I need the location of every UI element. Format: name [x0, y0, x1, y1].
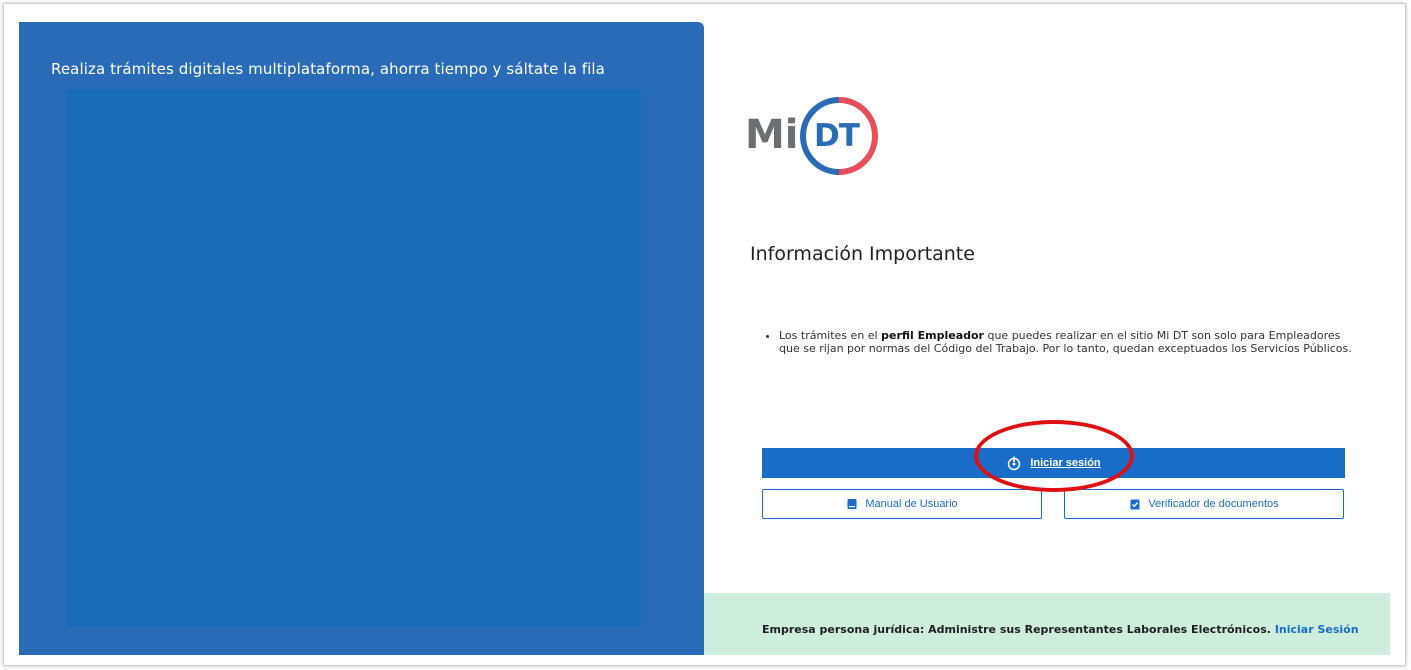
highlight-circle [974, 420, 1134, 492]
document-verifier-label: Verificador de documentos [1148, 498, 1279, 510]
user-manual-button[interactable]: Manual de Usuario [762, 489, 1042, 519]
footer-login-link[interactable]: Iniciar Sesión [1275, 623, 1359, 636]
footer-banner: Empresa persona jurídica: Administre sus… [704, 593, 1390, 655]
footer-text-container: Empresa persona jurídica: Administre sus… [762, 623, 1359, 636]
clipboard-check-icon [1130, 499, 1140, 510]
page-heading: Información Importante [750, 243, 975, 265]
footer-text: Empresa persona jurídica: Administre sus… [762, 623, 1271, 636]
user-manual-label: Manual de Usuario [865, 498, 958, 510]
mi-dt-logo: Mi DT [745, 96, 895, 176]
logo-text-dt: DT [814, 118, 860, 154]
logo-text-mi: Mi [745, 112, 799, 158]
book-icon [847, 499, 857, 509]
promo-tagline: Realiza trámites digitales multiplatafor… [51, 60, 605, 78]
info-item: Los trámites en el perfil Empleador que … [779, 329, 1359, 355]
promo-media [66, 89, 641, 627]
info-prefix: Los trámites en el [779, 329, 882, 342]
info-bold: perfil Empleador [881, 329, 984, 342]
promo-panel: Realiza trámites digitales multiplatafor… [19, 22, 704, 655]
info-list: Los trámites en el perfil Empleador que … [764, 329, 1359, 355]
document-verifier-button[interactable]: Verificador de documentos [1064, 489, 1344, 519]
